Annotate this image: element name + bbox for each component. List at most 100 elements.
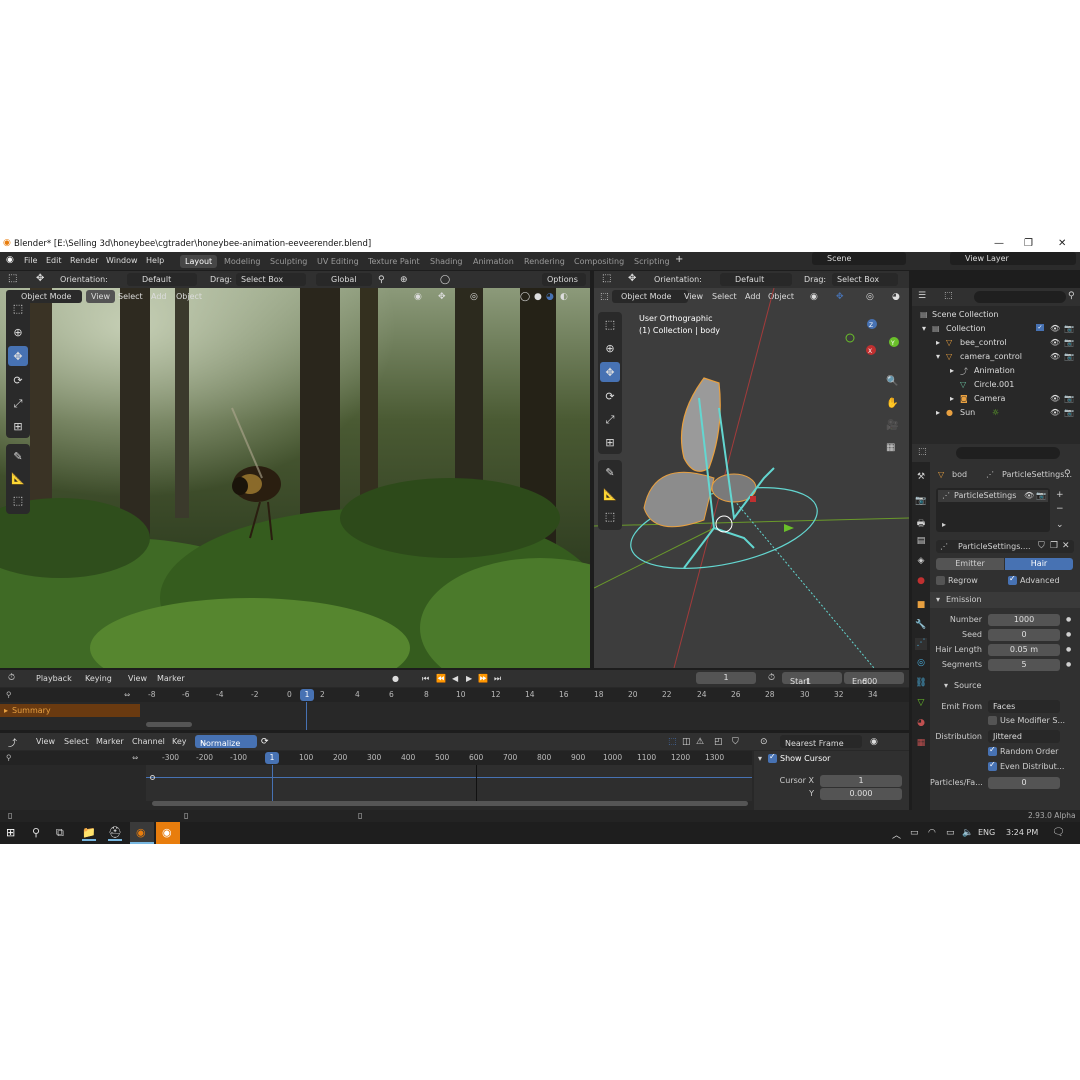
overlay-icon[interactable]: ◎	[470, 292, 478, 302]
annotate-icon[interactable]: ✎	[8, 446, 28, 466]
random-order-checkbox[interactable]	[988, 745, 997, 756]
tab-modeling[interactable]: Modeling	[219, 255, 265, 268]
drag-dropdown[interactable]: Select Box	[236, 273, 306, 286]
next-key-icon[interactable]: ⏩	[478, 674, 488, 683]
outliner-search-input[interactable]	[974, 291, 1066, 303]
windows-start-icon[interactable]: ⊞	[6, 826, 15, 839]
annotate-icon[interactable]: ✎	[600, 462, 620, 482]
even-distribution-checkbox[interactable]	[988, 760, 997, 771]
shading-rendered-icon[interactable]: ◐	[560, 292, 568, 302]
outliner-row[interactable]: ▸ ⤴ Animation	[912, 364, 1080, 378]
tab-animation[interactable]: Animation	[468, 255, 519, 268]
errors-icon[interactable]: ⚠	[696, 737, 704, 747]
list-item[interactable]: ⋰ ParticleSettings 👁 📷	[938, 490, 1048, 502]
options-dropdown[interactable]: Options	[542, 273, 586, 286]
proportional-icon[interactable]: ◯	[440, 275, 450, 285]
eye-icon[interactable]: 👁	[1050, 338, 1060, 347]
use-modifier-checkbox[interactable]	[988, 716, 997, 725]
show-cursor-checkbox[interactable]	[768, 752, 777, 763]
drag-dropdown[interactable]: Select Box	[832, 273, 898, 286]
eye-icon[interactable]: 👁	[1050, 394, 1060, 403]
select-box-icon[interactable]: ⬚	[600, 314, 620, 334]
output-tab-icon[interactable]: 🖶	[915, 516, 927, 529]
graph-ruler[interactable]: ⚲ ⇔ -300 -200 -100 1 100 200 300 400 500…	[0, 751, 752, 765]
constraints-tab-icon[interactable]: ⛓	[915, 678, 927, 690]
expand-icon[interactable]: ▾	[944, 681, 948, 690]
zoom-icon[interactable]: 🔍	[886, 376, 898, 387]
tab-compositing[interactable]: Compositing	[569, 255, 629, 268]
tab-layout[interactable]: Layout	[180, 255, 218, 268]
data-tab-icon[interactable]: ▽	[915, 698, 927, 710]
editor-type-icon[interactable]: ⤴	[8, 736, 17, 749]
show-hidden-icon[interactable]: ◫	[682, 737, 691, 747]
cursor-x-field[interactable]: 1	[820, 775, 902, 787]
only-selected-icon[interactable]: ⬚	[668, 737, 677, 747]
pivot-icon[interactable]: ⊙	[760, 737, 768, 747]
viewport-3d[interactable]: ⬚ Object Mode View Select Add Object ◉ ✥…	[594, 288, 909, 668]
camera-render-icon[interactable]: 📷	[1064, 394, 1074, 403]
render-tab-icon[interactable]: 📷	[915, 496, 927, 508]
blender-taskbar-button[interactable]: ◉	[130, 822, 154, 844]
filter-mode-icon[interactable]: ⬚	[944, 291, 953, 301]
add-cube-icon[interactable]: ⬚	[600, 506, 620, 526]
orientation-dropdown[interactable]: Default	[720, 273, 792, 286]
play-icon[interactable]: ▶	[466, 674, 472, 683]
emitter-button[interactable]: Emitter	[936, 558, 1004, 570]
hair-button[interactable]: Hair	[1005, 558, 1073, 570]
unlink-icon[interactable]: ✕	[1062, 541, 1070, 551]
outliner-row[interactable]: ▾ ▽ camera_control 👁 📷	[912, 350, 1080, 364]
jump-end-icon[interactable]: ⏭	[494, 674, 501, 684]
cursor-icon[interactable]: ⊕	[8, 322, 28, 342]
tab-uv-editing[interactable]: UV Editing	[312, 255, 364, 268]
outliner-row[interactable]: ▸ ● Sun ☼ 👁 📷	[912, 406, 1080, 420]
menu-marker[interactable]: Marker	[157, 674, 185, 683]
grid-icon[interactable]: ▦	[886, 442, 895, 453]
menu-file[interactable]: File	[24, 256, 37, 265]
transform-icon[interactable]: ⊞	[600, 432, 620, 452]
move-tool-icon[interactable]: ✥	[8, 346, 28, 366]
filter-icon[interactable]: ⛉	[732, 737, 739, 747]
camera-render-icon[interactable]: 📷	[1064, 324, 1074, 333]
measure-icon[interactable]: 📐	[8, 468, 28, 488]
expand-icon[interactable]: ▾	[936, 352, 940, 361]
properties-search-input[interactable]	[956, 447, 1060, 459]
eye-icon[interactable]: 👁	[1050, 408, 1060, 417]
editor-type-icon[interactable]: ⏱	[8, 673, 15, 683]
snap-dropdown[interactable]: Nearest Frame	[780, 735, 862, 748]
menu-marker[interactable]: Marker	[96, 737, 124, 746]
graph-area[interactable]	[146, 765, 752, 801]
editor-type-icon[interactable]: ⬚	[918, 447, 927, 457]
add-cube-icon[interactable]: ⬚	[8, 490, 28, 510]
menu-window[interactable]: Window	[106, 256, 138, 265]
pivot-icon[interactable]: ⚲	[378, 275, 385, 285]
scene-tab-icon[interactable]: ◈	[915, 556, 927, 568]
expand-icon[interactable]: ▾	[758, 754, 762, 763]
transform-orientation-dropdown[interactable]: Global	[316, 273, 372, 286]
outliner-row[interactable]: ▽ Circle.001	[912, 378, 1080, 392]
shading-material-icon[interactable]: ◕	[546, 292, 554, 302]
refresh-icon[interactable]: ⟳	[261, 737, 269, 747]
expand-icon[interactable]: ▸	[942, 520, 946, 529]
regrow-checkbox[interactable]	[936, 576, 945, 585]
expand-icon[interactable]: ▸	[950, 394, 954, 403]
expand-icon[interactable]: ▸	[936, 408, 940, 417]
tool-tab-icon[interactable]: ⚒	[915, 472, 927, 484]
view-layer-selector[interactable]: View Layer	[950, 252, 1076, 265]
eye-icon[interactable]: 👁	[1024, 491, 1034, 500]
tab-texture-paint[interactable]: Texture Paint	[363, 255, 425, 268]
ghost-icon[interactable]: ◰	[714, 737, 723, 747]
menu-add[interactable]: Add	[151, 292, 167, 301]
graph-scrollbar[interactable]	[152, 801, 748, 806]
menu-channel[interactable]: Channel	[132, 737, 165, 746]
mode-dropdown[interactable]: Object Mode	[6, 290, 82, 303]
playhead[interactable]: 1	[265, 752, 279, 764]
shading-wireframe-icon[interactable]: ◯	[520, 292, 530, 302]
app-icon[interactable]: ⛑	[108, 826, 122, 841]
physics-tab-icon[interactable]: ◎	[915, 658, 927, 670]
start-field[interactable]: Start 1	[782, 672, 842, 686]
clock-icon[interactable]: ⏱	[768, 673, 775, 683]
modifier-tab-icon[interactable]: 🔧	[915, 620, 927, 632]
emission-panel-header[interactable]: ▾ Emission	[930, 592, 1080, 608]
exclude-checkbox[interactable]: ✓	[1036, 324, 1044, 331]
file-explorer-icon[interactable]: 📁	[82, 826, 96, 841]
